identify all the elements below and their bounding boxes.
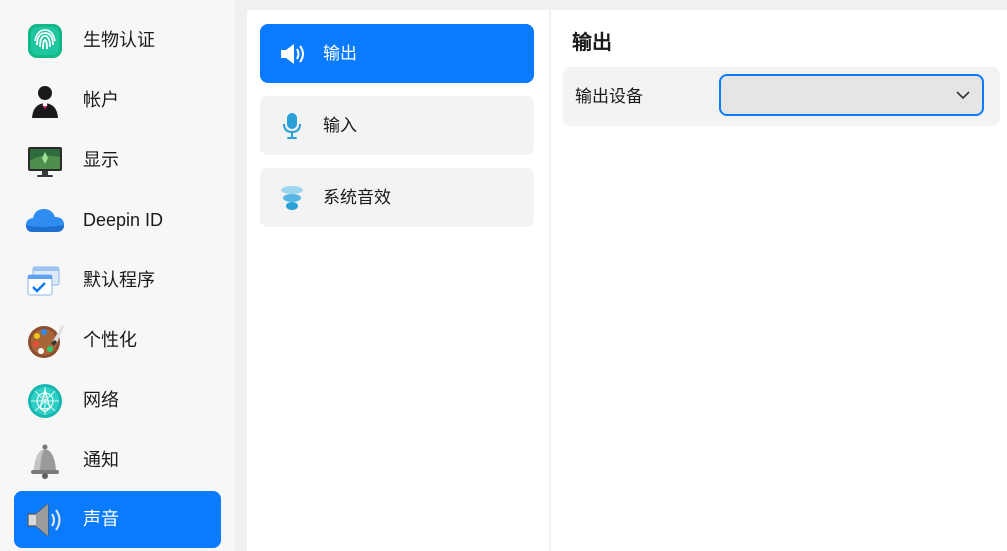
sidebar-item-biometric-auth[interactable]: 生物认证 bbox=[14, 12, 221, 69]
settings-sidebar: 生物认证 帐户 显示 Deepin ID 默认程序 个性化 网络 通知 声音 bbox=[0, 0, 235, 551]
network-globe-icon bbox=[24, 380, 66, 422]
sidebar-item-label: 显示 bbox=[83, 150, 119, 170]
fingerprint-icon bbox=[24, 20, 66, 62]
cloud-icon bbox=[24, 200, 66, 242]
sound-effects-icon bbox=[278, 184, 306, 212]
sidebar-item-default-apps[interactable]: 默认程序 bbox=[14, 252, 221, 309]
account-user-icon bbox=[24, 80, 66, 122]
subnav-item-label: 输入 bbox=[323, 116, 357, 135]
speaker-icon bbox=[24, 499, 66, 541]
sidebar-item-label: 生物认证 bbox=[83, 30, 155, 50]
sidebar-item-display[interactable]: 显示 bbox=[14, 132, 221, 189]
sidebar-item-label: Deepin ID bbox=[83, 210, 164, 230]
sidebar-item-sound[interactable]: 声音 bbox=[14, 491, 221, 548]
sidebar-item-label: 帐户 bbox=[83, 90, 119, 110]
subnav-item-input[interactable]: 输入 bbox=[260, 96, 534, 155]
sidebar-item-label: 默认程序 bbox=[83, 270, 155, 290]
sidebar-item-label: 声音 bbox=[83, 509, 119, 529]
output-device-row: 输出设备 bbox=[563, 67, 1000, 126]
subnav-item-label: 系统音效 bbox=[323, 188, 391, 207]
output-device-select[interactable] bbox=[719, 74, 984, 116]
sidebar-item-network[interactable]: 网络 bbox=[14, 372, 221, 429]
bell-icon bbox=[24, 440, 66, 482]
output-settings-panel: 输出 输出设备 bbox=[551, 10, 1007, 551]
sidebar-item-notification[interactable]: 通知 bbox=[14, 432, 221, 489]
sidebar-item-label: 通知 bbox=[83, 450, 119, 470]
output-device-label: 输出设备 bbox=[575, 87, 643, 106]
sidebar-item-account[interactable]: 帐户 bbox=[14, 72, 221, 129]
subnav-item-output[interactable]: 输出 bbox=[260, 24, 534, 83]
sidebar-item-deepin-id[interactable]: Deepin ID bbox=[14, 192, 221, 249]
subnav-item-system-sound-effects[interactable]: 系统音效 bbox=[260, 168, 534, 227]
display-monitor-icon bbox=[24, 140, 66, 182]
section-title: 输出 bbox=[572, 32, 612, 54]
subnav-item-label: 输出 bbox=[323, 44, 357, 63]
sidebar-item-personalization[interactable]: 个性化 bbox=[14, 312, 221, 369]
sound-subnav: 输出 输入 系统音效 bbox=[247, 10, 549, 551]
palette-icon bbox=[24, 320, 66, 362]
microphone-icon bbox=[278, 112, 306, 140]
sidebar-item-label: 网络 bbox=[83, 390, 119, 410]
sidebar-item-label: 个性化 bbox=[83, 330, 137, 350]
speaker-output-icon bbox=[278, 40, 306, 68]
chevron-down-icon bbox=[956, 91, 970, 100]
default-apps-icon bbox=[24, 260, 66, 302]
